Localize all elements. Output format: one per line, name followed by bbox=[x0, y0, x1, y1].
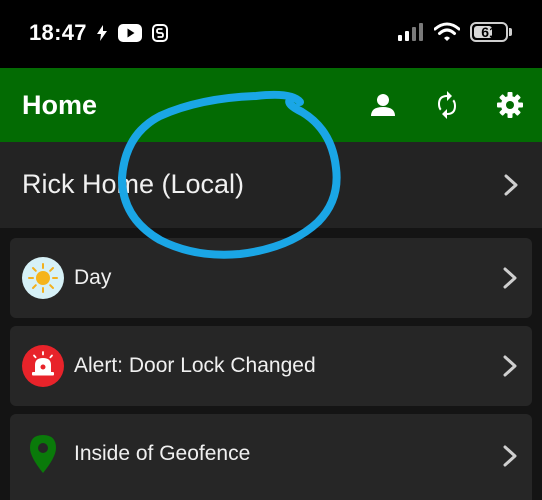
app-notification-icon bbox=[152, 24, 168, 42]
location-pin-icon bbox=[30, 435, 56, 473]
alarm-icon bbox=[22, 345, 64, 387]
battery-cap bbox=[509, 28, 512, 36]
alert-card-door-lock[interactable]: Alert: Door Lock Changed bbox=[10, 326, 532, 406]
battery-level: 61 bbox=[481, 24, 497, 40]
status-time: 18:47 bbox=[29, 20, 87, 45]
location-pin-wrapper bbox=[22, 433, 64, 475]
sun-icon-wrapper bbox=[22, 257, 64, 299]
cellular-signal-icon bbox=[398, 23, 423, 41]
account-button[interactable] bbox=[368, 90, 398, 120]
sun-icon bbox=[22, 257, 64, 299]
card-label: Alert: Door Lock Changed bbox=[74, 354, 316, 377]
hub-selector-row[interactable]: Rick Home (Local) bbox=[0, 142, 542, 228]
page-title: Home bbox=[22, 90, 98, 120]
status-left-icons bbox=[96, 24, 168, 42]
hub-name: Rick Home (Local) bbox=[22, 169, 245, 199]
app-header: Home bbox=[0, 68, 542, 142]
status-right-icons: 61 bbox=[398, 22, 512, 42]
status-bar: 18:47 61 bbox=[0, 0, 542, 68]
alarm-icon-wrapper bbox=[22, 345, 64, 387]
sync-icon bbox=[438, 91, 456, 119]
settings-button[interactable] bbox=[495, 90, 525, 120]
youtube-icon bbox=[118, 24, 142, 42]
refresh-button[interactable] bbox=[432, 90, 462, 120]
chevron-right-icon bbox=[504, 174, 518, 196]
battery-indicator: 61 bbox=[470, 22, 512, 42]
chevron-right-icon bbox=[503, 267, 517, 289]
card-label: Inside of Geofence bbox=[74, 442, 251, 465]
gear-icon bbox=[497, 92, 523, 118]
card-label: Day bbox=[74, 266, 112, 289]
chevron-right-icon bbox=[503, 355, 517, 377]
person-icon bbox=[371, 94, 395, 116]
mode-card-day[interactable]: Day bbox=[10, 238, 532, 318]
charging-bolt-icon bbox=[97, 25, 107, 41]
battery-body: 61 bbox=[470, 22, 508, 42]
geofence-card[interactable]: Inside of Geofence bbox=[10, 414, 532, 500]
wifi-icon bbox=[434, 22, 460, 41]
chevron-right-icon bbox=[503, 445, 517, 467]
